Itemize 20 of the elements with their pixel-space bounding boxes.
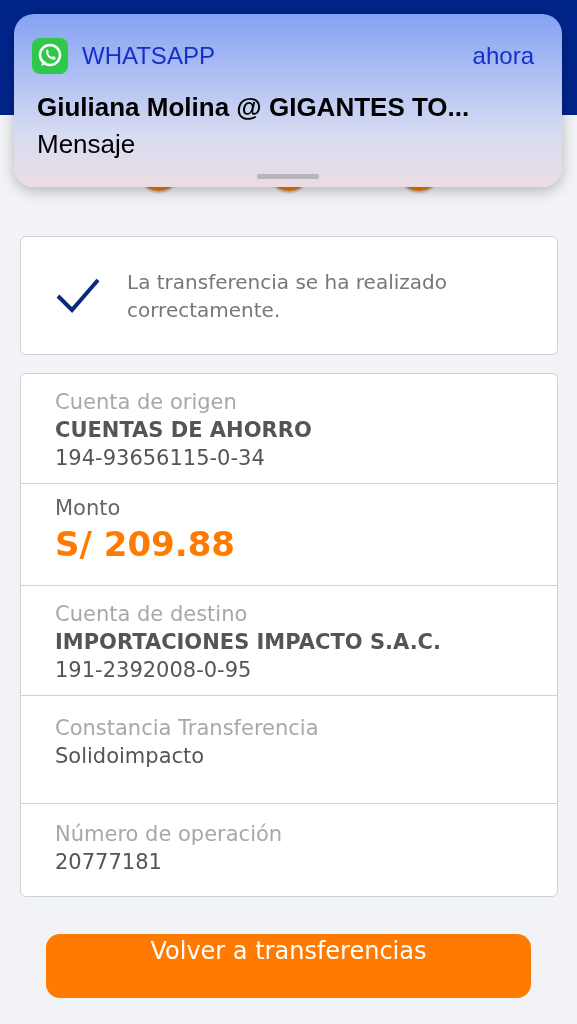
field-label: Cuenta de destino — [55, 602, 249, 626]
notification-body: Mensaje — [37, 129, 137, 160]
account-number: 191-2392008-0-95 — [55, 658, 253, 682]
account-name: IMPORTACIONES IMPACTO S.A.C. — [55, 630, 442, 654]
field-value: Solidoimpacto — [55, 744, 206, 768]
amount-value: S/ 209.88 — [55, 524, 236, 564]
field-label: Cuenta de origen — [55, 390, 238, 414]
field-value: 20777181 — [55, 850, 163, 874]
field-label: Monto — [55, 496, 122, 520]
account-number: 194-93656115-0-34 — [55, 446, 266, 470]
field-label: Número de operación — [55, 822, 284, 846]
field-label: Constancia Transferencia — [55, 716, 320, 740]
success-message: La transferencia se ha realizado correctamente. — [127, 268, 448, 324]
notification-banner[interactable]: WHATSAPP ahora Giuliana Molina @ GIGANTES TO... Mensaje — [14, 14, 562, 187]
app-name: WHATSAPP — [82, 42, 216, 70]
grabber-handle[interactable] — [257, 174, 319, 179]
notification-title: Giuliana Molina @ GIGANTES TO... — [37, 92, 471, 123]
chat-app-icon — [32, 38, 68, 74]
notification-time: ahora — [472, 42, 534, 70]
account-name: CUENTAS DE AHORRO — [55, 418, 313, 442]
